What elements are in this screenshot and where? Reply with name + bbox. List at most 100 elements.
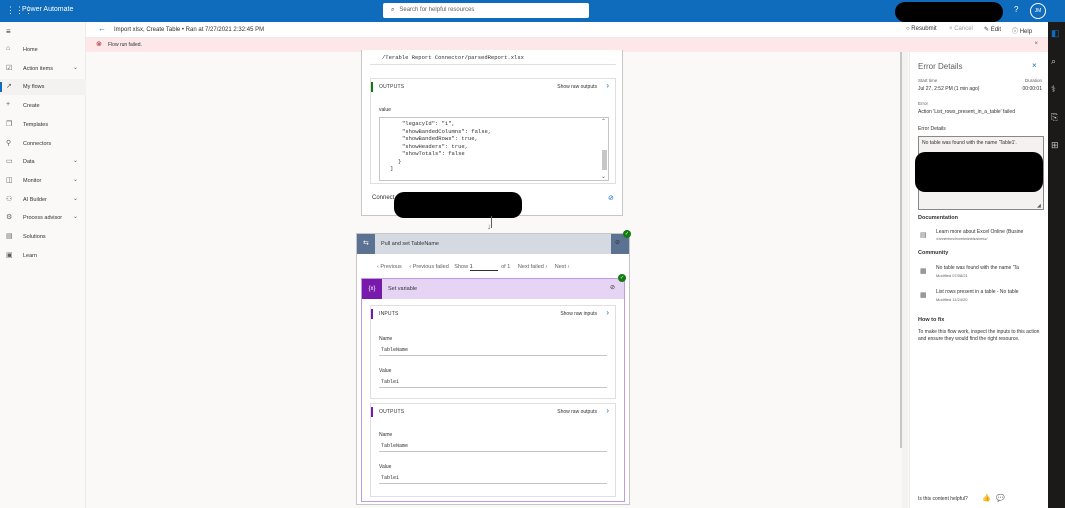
community-link-2[interactable]: List rows present in a table - No table: [936, 289, 1019, 295]
edit-label: Edit: [990, 27, 1002, 33]
sidebar: ≡ ⌂ Home ☑ Action items ⌄ ↗ My flows + Create ❐ Te…: [0, 22, 86, 508]
search-icon: ⌕: [391, 7, 395, 13]
inputs-section: INPUTS Show raw inputs › Name TableName …: [370, 305, 616, 399]
code-line: ]: [390, 165, 394, 172]
help-circle-icon: ⓘ: [1012, 29, 1019, 35]
error-value: Action 'List_rows_present_in_a_table' fa…: [918, 109, 1015, 115]
start-time-label: Start time: [918, 78, 938, 83]
feedback-icon[interactable]: 💬: [996, 494, 1005, 502]
panel-title: Error Details: [918, 62, 963, 71]
community-date-2: Modified 11/24/20: [936, 297, 968, 302]
close-icon[interactable]: ×: [1034, 41, 1038, 47]
help-icon[interactable]: ?: [1014, 5, 1018, 14]
code-line: "showBandedRows": true,: [402, 135, 478, 142]
sidebar-item-monitor[interactable]: ◫ Monitor ⌄: [0, 173, 86, 189]
search-box[interactable]: ⌕ Search for helpful resources: [383, 3, 589, 18]
sidebar-item-home[interactable]: ⌂ Home: [0, 42, 86, 58]
share-icon[interactable]: ⎘: [1051, 112, 1058, 123]
community-link-1[interactable]: No table was found with the name 'Ta: [936, 265, 1019, 271]
sidebar-item-label: Process advisor: [23, 215, 63, 222]
templates-icon: ❐: [6, 120, 13, 128]
resubmit-button[interactable]: ○ Resubmit: [906, 26, 937, 32]
resize-handle-icon[interactable]: ◢: [1037, 203, 1041, 209]
next-button[interactable]: Next ›: [555, 264, 570, 270]
search-icon[interactable]: ⌕: [1051, 56, 1056, 67]
name-value: TableName: [379, 344, 607, 356]
chevron-down-icon[interactable]: ⌄: [73, 195, 78, 202]
previous-failed-button[interactable]: ‹ Previous failed: [409, 264, 448, 270]
pencil-icon: ✎: [984, 27, 990, 33]
show-raw-outputs-link[interactable]: Show raw outputs: [557, 84, 597, 90]
doc-link[interactable]: Learn more about Excel Online (Busine: [936, 229, 1023, 235]
sidebar-item-label: Learn: [23, 252, 38, 259]
chevron-right-icon[interactable]: ›: [606, 308, 609, 317]
set-variable-header[interactable]: {x} Set variable ⊘: [362, 279, 624, 299]
set-variable-card: {x} Set variable ⊘ ✓ INPUTS Show raw inp…: [361, 274, 626, 502]
copilot-icon[interactable]: ◧: [1051, 28, 1060, 39]
sidebar-item-label: AI Builder: [23, 196, 47, 203]
chevron-down-icon[interactable]: ⌄: [73, 176, 78, 183]
redacted-error-detail: [915, 152, 1043, 192]
sidebar-item-process-advisor[interactable]: ⚙ Process advisor ⌄: [0, 210, 86, 226]
sidebar-item-data[interactable]: ▭ Data ⌄: [0, 154, 86, 170]
sidebar-item-templates[interactable]: ❐ Templates: [0, 117, 86, 133]
sidebar-item-my-flows[interactable]: ↗ My flows: [0, 79, 86, 96]
banner-text: Flow run failed.: [108, 42, 142, 48]
value-label: value: [379, 107, 391, 113]
next-failed-button[interactable]: Next failed ›: [518, 264, 547, 270]
value-code-box[interactable]: "legacyId": "1", "showBandedColumns": fal…: [379, 117, 609, 181]
avatar[interactable]: JM: [1030, 3, 1046, 19]
document-icon: ▤: [920, 232, 927, 239]
of-label: of 1: [501, 264, 511, 270]
code-scrollbar[interactable]: [602, 150, 607, 170]
scroll-down-icon[interactable]: ⌄: [601, 173, 606, 180]
documentation-heading: Documentation: [918, 215, 959, 221]
back-arrow-icon[interactable]: ←: [98, 24, 106, 33]
panel-scroll-track: [902, 52, 908, 508]
cancel-button[interactable]: × Cancel: [949, 26, 973, 32]
chevron-right-icon[interactable]: ›: [606, 406, 609, 415]
link-icon[interactable]: ⊘: [615, 239, 620, 246]
file-path: /Terable Report Connector/parsedReport.x…: [382, 54, 524, 61]
code-line: "showBandedColumns": false,: [402, 127, 492, 135]
inputs-label: INPUTS: [379, 311, 399, 317]
previous-button[interactable]: ‹ Previous: [377, 264, 402, 270]
link-icon[interactable]: ⊘: [610, 284, 615, 291]
scope-card-pull-and-set: ⇆ Pull and set TableName ⊘ ✓ ‹ Previous …: [356, 230, 631, 505]
variable-icon: {x}: [362, 279, 382, 299]
help-button[interactable]: ⓘ Help: [1012, 26, 1032, 35]
scroll-up-icon[interactable]: ⌃: [601, 118, 606, 125]
show-raw-outputs-link[interactable]: Show raw outputs: [557, 409, 597, 415]
scope-header[interactable]: ⇆ Pull and set TableName ⊘: [357, 234, 629, 254]
right-toolbar: ◧ ⌕ ⚕ ⎘ ⊞: [1048, 22, 1065, 508]
loop-icon: ⇆: [363, 240, 369, 247]
page-input[interactable]: 1: [469, 264, 498, 271]
sidebar-item-label: Connectors: [23, 140, 52, 147]
thumbs-up-icon[interactable]: 👍: [982, 494, 991, 502]
sidebar-item-solutions[interactable]: ▤ Solutions: [0, 229, 86, 245]
set-variable-title: Set variable: [388, 286, 418, 292]
apps-icon[interactable]: ⊞: [1051, 140, 1059, 151]
sidebar-item-learn[interactable]: ▣ Learn: [0, 248, 86, 264]
process-advisor-icon: ⚙: [6, 214, 13, 222]
menu-icon[interactable]: ≡: [6, 27, 11, 36]
sidebar-item-ai-builder[interactable]: ⚇ AI Builder ⌄: [0, 192, 86, 208]
edit-button[interactable]: ✎ Edit: [984, 26, 1001, 33]
link-icon[interactable]: ⊘: [608, 194, 614, 202]
chevron-down-icon[interactable]: ⌄: [73, 157, 78, 164]
sidebar-item-action-items[interactable]: ☑ Action items ⌄: [0, 61, 86, 77]
sidebar-item-create[interactable]: + Create: [0, 98, 86, 114]
app-brand[interactable]: Power Automate: [22, 6, 73, 13]
chevron-right-icon[interactable]: ›: [606, 81, 609, 90]
connector-line: [491, 216, 492, 228]
chevron-down-icon[interactable]: ⌄: [73, 213, 78, 220]
redacted-connection: [394, 192, 522, 218]
show-raw-inputs-link[interactable]: Show raw inputs: [560, 311, 597, 317]
diagnostics-icon[interactable]: ⚕: [1051, 84, 1056, 95]
chevron-down-icon[interactable]: ⌄: [73, 64, 78, 71]
top-bar: ⋮⋮⋮ Power Automate ⌕ Search for helpful r…: [0, 0, 1065, 22]
outputs-label: OUTPUTS: [379, 84, 405, 90]
close-icon[interactable]: ×: [1032, 61, 1037, 70]
sidebar-item-connectors[interactable]: ⚲ Connectors: [0, 136, 86, 152]
value-label: Value: [379, 464, 392, 470]
